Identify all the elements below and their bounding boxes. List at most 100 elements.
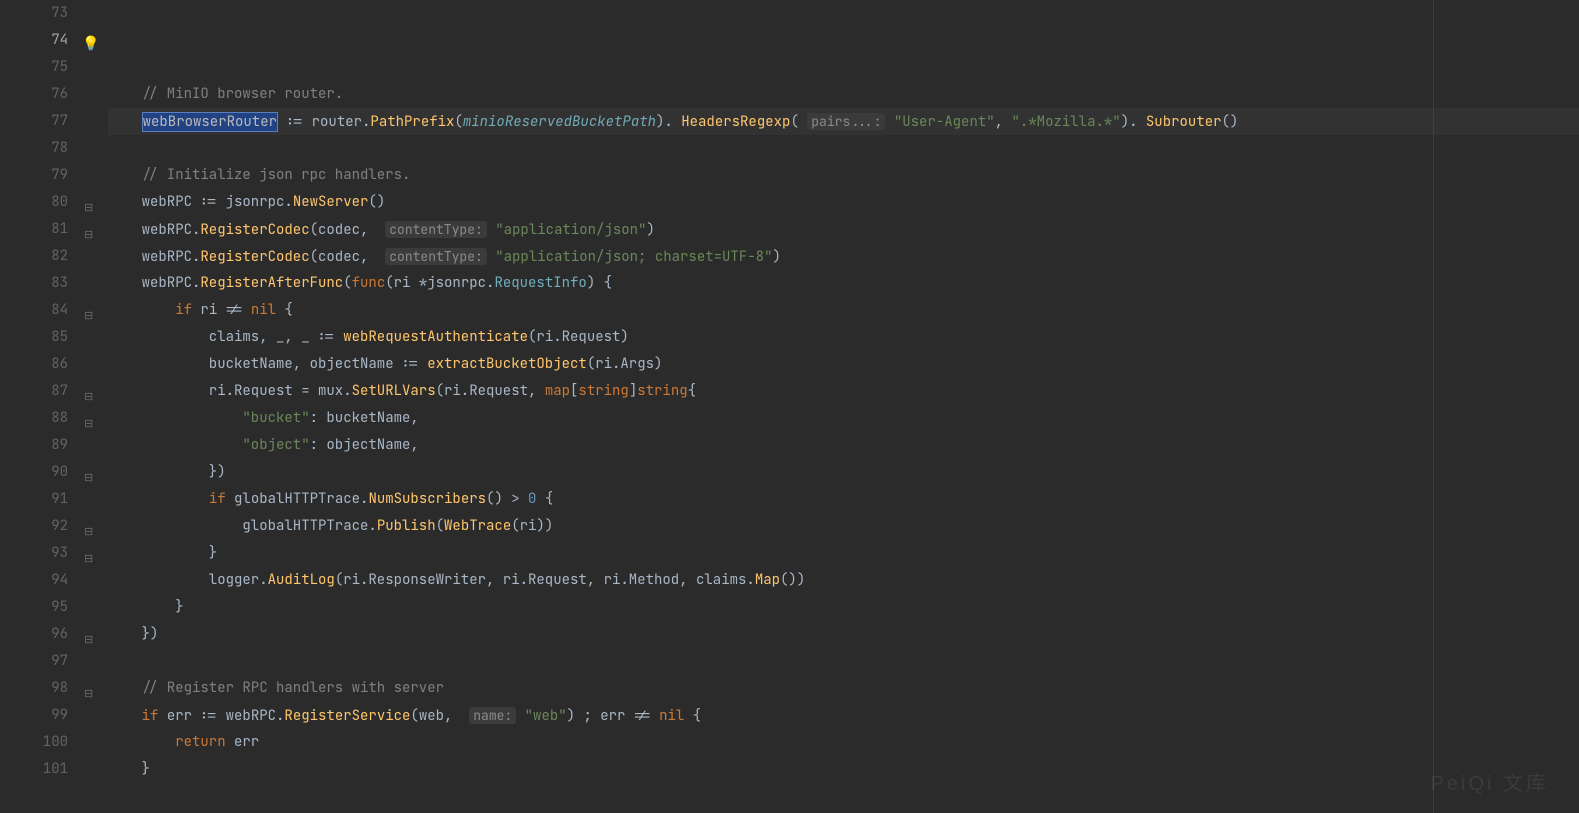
token: pairs...: [807,113,885,130]
line-number: 88 [0,405,68,432]
line-number: 78 [0,135,68,162]
token: // MinIO browser router. [142,85,344,103]
fold-toggle-icon[interactable]: ⊟ [84,222,93,249]
code-line[interactable]: ri.Request = mux.SetURLVars(ri.Request, … [108,378,1579,405]
intention-bulb-icon[interactable]: 💡 [82,31,99,58]
code-line[interactable]: globalHTTPTrace.Publish(WebTrace(ri)) [108,513,1579,540]
code-line[interactable]: // Register RPC handlers with server [108,675,1579,702]
line-number: 74 [0,27,68,54]
line-number: 86 [0,351,68,378]
fold-toggle-icon[interactable]: ⊟ [84,465,93,492]
token: string [637,382,687,400]
token: Publish [377,517,436,535]
token: "web" [525,707,567,725]
line-number: 73 [0,0,68,27]
fold-toggle-icon[interactable]: ⊟ [84,681,93,708]
token: extractBucketObject [427,355,587,373]
line-number: 81 [0,216,68,243]
code-line[interactable]: "bucket": bucketName, [108,405,1579,432]
code-line[interactable]: webRPC.RegisterCodec(codec, contentType:… [108,216,1579,243]
code-line[interactable]: webRPC := jsonrpc.NewServer() [108,189,1579,216]
code-line[interactable]: }) [108,621,1579,648]
line-number: 95 [0,594,68,621]
token: nil [659,707,684,725]
line-number: 101 [0,756,68,783]
token: ".*Mozilla.*" [1011,113,1120,131]
token: webRequestAuthenticate [343,328,528,346]
code-line[interactable]: } [108,540,1579,567]
code-line[interactable]: "object": objectName, [108,432,1579,459]
code-line[interactable]: } [108,594,1579,621]
code-line[interactable]: // MinIO browser router. [108,81,1579,108]
token: NumSubscribers [368,490,486,508]
token: "bucket" [242,409,309,427]
token: RegisterCodec [200,248,309,266]
token: if [142,707,159,725]
code-line[interactable]: webBrowserRouter := router.PathPrefix(mi… [108,108,1579,135]
line-number: 89 [0,432,68,459]
token: AuditLog [268,571,335,589]
token: // Initialize json rpc handlers. [142,166,411,184]
line-number: 98 [0,675,68,702]
token: RequestInfo [494,274,586,292]
code-line[interactable]: // Initialize json rpc handlers. [108,162,1579,189]
token: PathPrefix [370,113,454,131]
line-number: 87 [0,378,68,405]
token: contentType: [385,221,487,238]
code-line[interactable]: }) [108,459,1579,486]
token: NewServer [293,193,369,211]
line-number: 79 [0,162,68,189]
code-line[interactable]: if ri != nil { [108,297,1579,324]
token: if [175,301,192,319]
code-line[interactable]: webRPC.RegisterAfterFunc(func(ri *jsonrp… [108,270,1579,297]
token: HeadersRegexp [681,113,790,131]
code-area[interactable]: // MinIO browser router. webBrowserRoute… [108,0,1579,813]
fold-toggle-icon[interactable]: ⊟ [84,303,93,330]
token: 0 [528,490,536,508]
token: RegisterAfterFunc [200,274,343,292]
line-number: 85 [0,324,68,351]
fold-toggle-icon[interactable]: ⊟ [84,384,93,411]
code-line[interactable]: if err := webRPC.RegisterService(web, na… [108,702,1579,729]
line-number: 96 [0,621,68,648]
line-number: 83 [0,270,68,297]
gutter-markers: 💡⊟⊟⊟⊟⊟⊟⊟⊟⊟⊟ [76,0,108,813]
token: minioReservedBucketPath [463,113,656,131]
line-number: 93 [0,540,68,567]
fold-toggle-icon[interactable]: ⊟ [84,519,93,546]
fold-toggle-icon[interactable]: ⊟ [84,411,93,438]
token: map [545,382,570,400]
code-line[interactable]: webRPC.RegisterCodec(codec, contentType:… [108,243,1579,270]
line-number: 99 [0,702,68,729]
line-number: 77 [0,108,68,135]
code-line[interactable]: bucketName, objectName := extractBucketO… [108,351,1579,378]
fold-toggle-icon[interactable]: ⊟ [84,195,93,222]
token: RegisterCodec [200,221,309,239]
token: "User-Agent" [894,113,995,131]
code-line[interactable] [108,135,1579,162]
token: Map [755,571,780,589]
code-line[interactable]: return err [108,729,1579,756]
token: "application/json" [495,221,646,239]
fold-toggle-icon[interactable]: ⊟ [84,546,93,573]
fold-toggle-icon[interactable]: ⊟ [84,627,93,654]
watermark-text: PeiQi 文库 [1431,771,1549,798]
selection[interactable]: webBrowserRouter [142,112,278,132]
token: if [209,490,226,508]
token: return [175,733,225,751]
token: SetURLVars [352,382,436,400]
code-line[interactable]: claims, _, _ := webRequestAuthenticate(r… [108,324,1579,351]
code-line[interactable]: } [108,756,1579,783]
line-number: 94 [0,567,68,594]
code-line[interactable]: if globalHTTPTrace.NumSubscribers() > 0 … [108,486,1579,513]
line-number: 100 [0,729,68,756]
code-line[interactable] [108,648,1579,675]
line-number: 80 [0,189,68,216]
code-editor[interactable]: 7374757677787980818283848586878889909192… [0,0,1579,813]
token: name: [469,707,516,724]
code-line[interactable] [108,783,1579,810]
token: RegisterService [284,707,410,725]
token: contentType: [385,248,487,265]
line-number: 91 [0,486,68,513]
code-line[interactable]: logger.AuditLog(ri.ResponseWriter, ri.Re… [108,567,1579,594]
